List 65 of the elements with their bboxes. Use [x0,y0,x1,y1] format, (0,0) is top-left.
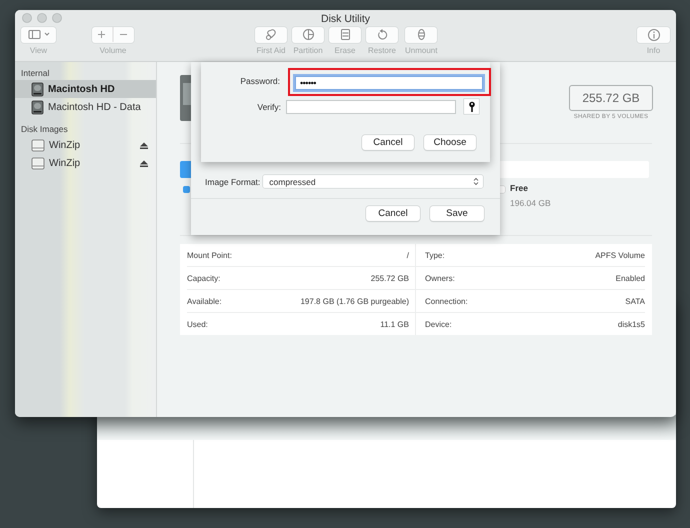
capacity-display: 255.72 GB [569,85,653,111]
toolbar-button[interactable] [255,26,287,43]
window-title: Disk Utility [321,13,370,25]
field-label: Verify: [256,102,281,112]
section-heading: Internal [20,68,50,80]
dialog-button[interactable]: Cancel [362,135,414,150]
toolbar-button[interactable] [329,26,361,43]
disk-image-icon [31,156,45,170]
dialog-button[interactable]: Cancel [366,206,420,221]
legend-value: 196.04 GB [510,198,551,208]
info-label: Capacity: [187,274,220,282]
sidebar-item[interactable]: WinZip [15,154,156,172]
info-value: Enabled [616,274,645,282]
key-icon [468,101,476,112]
drive-icon [31,100,44,114]
toolbar-label: Partition [293,46,323,55]
toolbar-label: Erase [334,46,356,55]
sidebar-item[interactable]: Macintosh HD - Data [15,98,156,116]
format-dropdown[interactable]: compressed [263,175,484,188]
password-field[interactable]: •••••• [295,76,483,90]
eject-icon[interactable] [140,160,148,166]
toolbar-button[interactable] [366,26,398,43]
sidebar-item[interactable]: Macintosh HD [15,80,156,98]
info-value: 197.8 GB (1.76 GB purgeable) [300,296,409,306]
undo-icon [376,28,388,41]
field-label: Password: [239,76,280,86]
toolbar-button[interactable] [637,26,670,43]
info-label: Mount Point: [187,250,232,260]
info-label: Available: [187,296,222,306]
info-value: disk1s5 [618,320,645,328]
drive-icon [31,82,44,96]
info-value: SATA [625,296,645,306]
legend-label: Free [510,183,528,193]
toolbar-label: Info [646,46,660,55]
toolbar-button[interactable] [21,26,56,43]
updown-caret-icon [473,177,480,186]
eraser-icon [340,29,350,40]
info-label: Type: [425,250,445,260]
info-label: Connection: [425,296,468,306]
info-icon [648,28,660,41]
dialog-button[interactable]: Choose [424,135,476,150]
eject-icon[interactable] [140,142,148,148]
toolbar-label: View [30,46,48,55]
verify-field[interactable] [286,100,456,114]
info-value: APFS Volume [595,250,645,260]
toolbar-label: First Aid [256,46,286,55]
toolbar-label: Restore [368,46,396,55]
toolbar-button[interactable] [292,26,324,43]
info-value: 11.1 GB [380,320,409,328]
volume-buttons[interactable] [92,26,134,43]
info-label: Owners: [425,274,455,282]
sidebar-item[interactable]: WinZip [15,136,156,154]
dialog-button[interactable]: Save [430,206,484,221]
section-heading: Disk Images [20,124,69,136]
info-label: Device: [425,320,452,328]
info-label: Used: [187,320,208,328]
toolbar-label: Volume [100,46,126,55]
toolbar-button[interactable] [405,26,438,43]
disk-image-icon [31,138,45,152]
toolbar-label: Unmount [405,46,438,55]
pie-icon [302,29,314,40]
field-label: Image Format: [205,176,260,186]
info-value: / [406,250,409,260]
info-value: 255.72 GB [370,274,409,282]
key-button[interactable] [464,99,479,114]
